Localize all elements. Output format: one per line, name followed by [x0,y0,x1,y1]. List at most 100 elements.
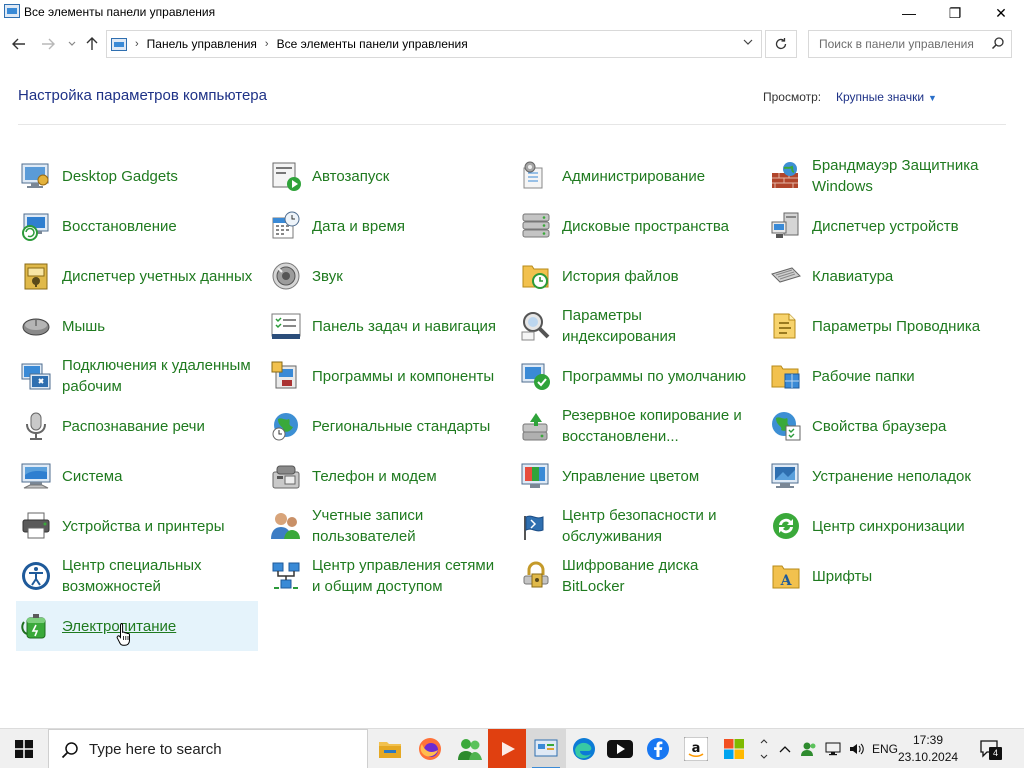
control-panel-item-label[interactable]: Диспетчер учетных данных [62,266,254,287]
control-panel-item[interactable]: Программы и компоненты [266,351,508,401]
control-panel-item[interactable]: Диспетчер устройств [766,201,1008,251]
control-panel-item-label[interactable]: Электропитание [62,616,254,637]
search-icon[interactable] [991,36,1005,53]
control-panel-item[interactable]: Дата и время [266,201,508,251]
control-panel-item-label[interactable]: Телефон и модем [312,466,504,487]
start-button[interactable] [0,729,48,768]
file-explorer-icon[interactable] [370,729,410,768]
control-panel-item[interactable]: Центр управления сетями и общим доступом [266,551,508,601]
control-panel-item[interactable]: Параметры индексирования [516,301,758,351]
recent-locations-button[interactable] [62,34,82,54]
control-panel-item[interactable]: Восстановление [16,201,258,251]
refresh-button[interactable] [765,30,797,58]
control-panel-item[interactable]: Устройства и принтеры [16,501,258,551]
control-panel-item-label[interactable]: Резервное копирование и восстановлени... [562,405,754,447]
control-panel-item[interactable]: Рабочие папки [766,351,1008,401]
control-panel-item-label[interactable]: Дата и время [312,216,504,237]
control-panel-item-label[interactable]: Устранение неполадок [812,466,1004,487]
control-panel-item[interactable]: История файлов [516,251,758,301]
control-panel-item[interactable]: Клавиатура [766,251,1008,301]
control-panel-item-label[interactable]: Мышь [62,316,254,337]
forward-button[interactable] [38,34,58,54]
control-panel-item[interactable]: Свойства браузера [766,401,1008,451]
control-panel-item-label[interactable]: Автозапуск [312,166,504,187]
address-dropdown-button[interactable] [743,36,753,50]
control-panel-item-label[interactable]: Рабочие папки [812,366,1004,387]
control-panel-item-label[interactable]: История файлов [562,266,754,287]
control-panel-item[interactable]: Устранение неполадок [766,451,1008,501]
control-panel-item-label[interactable]: Центр управления сетями и общим доступом [312,555,504,597]
control-panel-item[interactable]: Шифрование диска BitLocker [516,551,758,601]
control-panel-item[interactable]: Автозапуск [266,151,508,201]
taskbar-search-box[interactable]: Type here to search [48,729,368,768]
address-bar[interactable]: › Панель управления › Все элементы панел… [106,30,762,58]
edge-icon[interactable] [564,729,604,768]
people-tray-icon[interactable] [798,729,820,768]
control-panel-item[interactable]: Администрирование [516,151,758,201]
control-panel-item-label[interactable]: Desktop Gadgets [62,166,254,187]
people-icon[interactable] [450,729,490,768]
control-panel-item[interactable]: Брандмауэр Защитника Windows [766,151,1008,201]
control-panel-item-label[interactable]: Клавиатура [812,266,1004,287]
control-panel-item-label[interactable]: Администрирование [562,166,754,187]
control-panel-item-label[interactable]: Параметры индексирования [562,305,754,347]
control-panel-item-label[interactable]: Брандмауэр Защитника Windows [812,155,1004,197]
control-panel-item-label[interactable]: Подключения к удаленным рабочим [62,355,254,397]
control-panel-item-label[interactable]: Дисковые пространства [562,216,754,237]
control-panel-item-label[interactable]: Центр безопасности и обслуживания [562,505,754,547]
control-panel-item-label[interactable]: Панель задач и навигация [312,316,504,337]
youtube-icon[interactable] [600,729,640,768]
control-panel-item-label[interactable]: Центр синхронизации [812,516,1004,537]
control-panel-item[interactable]: Звук [266,251,508,301]
breadcrumb-control-panel[interactable]: Панель управления [147,37,257,51]
control-panel-icon[interactable] [526,729,566,768]
network-icon[interactable] [822,729,844,768]
control-panel-item[interactable]: Диспетчер учетных данных [16,251,258,301]
facebook-icon[interactable] [638,729,678,768]
control-panel-item[interactable]: Телефон и модем [266,451,508,501]
microsoft-store-icon[interactable] [714,729,754,768]
control-panel-item-label[interactable]: Устройства и принтеры [62,516,254,537]
system-clock[interactable]: 17:39 23.10.2024 [898,732,958,766]
control-panel-item[interactable]: A Шрифты [766,551,1008,601]
taskbar-scroll-button[interactable] [756,729,772,768]
control-panel-item[interactable]: Электропитание [16,601,258,651]
control-panel-item[interactable]: Управление цветом [516,451,758,501]
control-panel-item-label[interactable]: Шифрование диска BitLocker [562,555,754,597]
control-panel-item[interactable]: Центр безопасности и обслуживания [516,501,758,551]
chevron-right-icon[interactable]: › [265,38,269,50]
control-panel-item-label[interactable]: Программы по умолчанию [562,366,754,387]
maximize-button[interactable]: ❐ [932,0,978,26]
amazon-icon[interactable]: a [676,729,716,768]
control-panel-item-label[interactable]: Распознавание речи [62,416,254,437]
control-panel-item[interactable]: Панель задач и навигация [266,301,508,351]
view-by-value[interactable]: Крупные значки [836,90,924,104]
control-panel-item[interactable]: Центр специальных возможностей [16,551,258,601]
control-panel-item-label[interactable]: Свойства браузера [812,416,1004,437]
close-button[interactable]: ✕ [978,0,1024,26]
control-panel-item-label[interactable]: Программы и компоненты [312,366,504,387]
control-panel-item-label[interactable]: Учетные записи пользователей [312,505,504,547]
control-panel-item[interactable]: Региональные стандарты [266,401,508,451]
control-panel-item-label[interactable]: Параметры Проводника [812,316,1004,337]
control-panel-item-label[interactable]: Региональные стандарты [312,416,504,437]
control-panel-item[interactable]: Параметры Проводника [766,301,1008,351]
control-panel-item[interactable]: Центр синхронизации [766,501,1008,551]
dropdown-arrow-icon[interactable]: ▼ [928,93,937,103]
control-panel-item-label[interactable]: Диспетчер устройств [812,216,1004,237]
control-panel-item-label[interactable]: Восстановление [62,216,254,237]
control-panel-item[interactable]: Desktop Gadgets [16,151,258,201]
control-panel-item[interactable]: Резервное копирование и восстановлени... [516,401,758,451]
control-panel-item[interactable]: Система [16,451,258,501]
view-by-dropdown[interactable]: Крупные значки ▼ [836,90,937,104]
control-panel-item[interactable]: Программы по умолчанию [516,351,758,401]
control-panel-item-label[interactable]: Центр специальных возможностей [62,555,254,597]
control-panel-item[interactable]: Учетные записи пользователей [266,501,508,551]
minimize-button[interactable]: — [886,0,932,26]
search-input[interactable]: Поиск в панели управления [808,30,1012,58]
breadcrumb-all-items[interactable]: Все элементы панели управления [277,37,468,51]
input-language-indicator[interactable]: ENG [870,729,900,768]
action-center-button[interactable]: 4 [978,737,1002,761]
control-panel-item[interactable]: Подключения к удаленным рабочим [16,351,258,401]
control-panel-item-label[interactable]: Звук [312,266,504,287]
